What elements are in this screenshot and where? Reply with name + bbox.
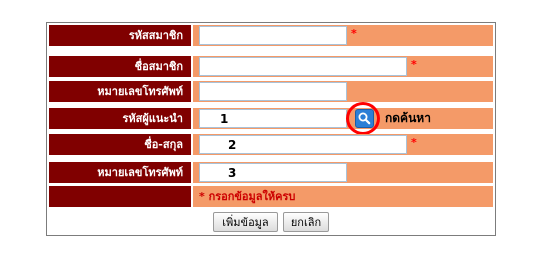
referrer-code-cell: กดค้นหา xyxy=(193,102,493,135)
referrer-code-label: รหัสผู้แนะนำ xyxy=(49,108,191,129)
phone-2-cell xyxy=(193,162,493,183)
row-member-code: รหัสสมาชิก * xyxy=(49,25,493,46)
add-data-button[interactable]: เพิ่มข้อมูล xyxy=(213,212,278,232)
cancel-button[interactable]: ยกเลิก xyxy=(283,212,329,232)
member-form: รหัสสมาชิก * ชื่อสมาชิก * หมายเลขโทรศัพท… xyxy=(46,22,496,236)
required-note: * กรอกข้อมูลให้ครบ xyxy=(199,190,296,203)
phone-cell xyxy=(193,81,493,102)
member-code-input[interactable] xyxy=(199,26,347,45)
phone-label: หมายเลขโทรศัพท์ xyxy=(49,81,191,102)
phone-input[interactable] xyxy=(199,82,347,101)
row-full-name: ชื่อ-สกุล * xyxy=(49,134,493,155)
row-phone-2: หมายเลขโทรศัพท์ xyxy=(49,162,493,183)
note-cell: * กรอกข้อมูลให้ครบ xyxy=(193,186,493,207)
button-bar: เพิ่มข้อมูล ยกเลิก xyxy=(49,209,493,233)
note-label-cell xyxy=(49,186,191,207)
row-member-name: ชื่อสมาชิก * xyxy=(49,56,493,77)
referrer-code-input[interactable] xyxy=(199,109,347,128)
required-marker: * xyxy=(411,58,417,71)
search-button[interactable] xyxy=(355,109,374,128)
required-marker: * xyxy=(411,136,417,149)
member-name-cell: * xyxy=(193,56,493,77)
required-marker: * xyxy=(351,27,357,40)
phone-2-input[interactable] xyxy=(199,163,347,182)
row-note: * กรอกข้อมูลให้ครบ xyxy=(49,186,493,207)
phone-2-label: หมายเลขโทรศัพท์ xyxy=(49,162,191,183)
search-label[interactable]: กดค้นหา xyxy=(385,108,431,129)
member-code-cell: * xyxy=(193,25,493,46)
full-name-cell: * xyxy=(193,134,493,155)
member-name-label: ชื่อสมาชิก xyxy=(49,56,191,77)
row-phone: หมายเลขโทรศัพท์ xyxy=(49,81,493,102)
magnifier-icon xyxy=(358,112,371,125)
row-referrer-code: รหัสผู้แนะนำ กดค้นหา xyxy=(49,102,493,135)
full-name-label: ชื่อ-สกุล xyxy=(49,134,191,155)
member-name-input[interactable] xyxy=(199,57,407,76)
full-name-input[interactable] xyxy=(199,135,407,154)
member-code-label: รหัสสมาชิก xyxy=(49,25,191,46)
